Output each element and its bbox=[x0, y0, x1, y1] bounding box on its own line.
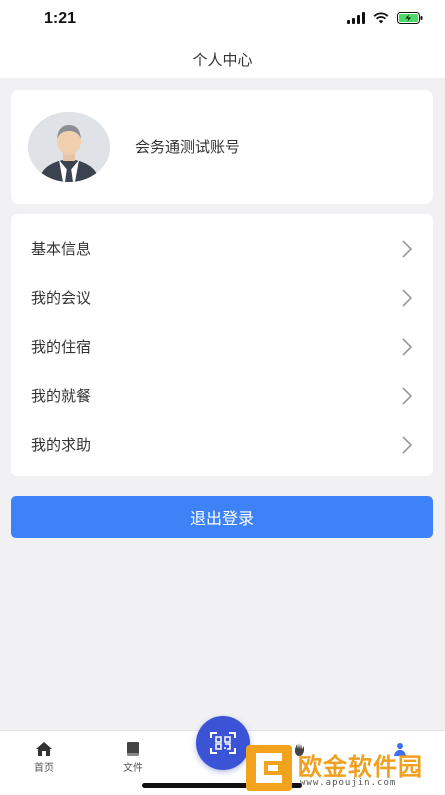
menu-item-label: 基本信息 bbox=[31, 240, 92, 258]
book-icon bbox=[127, 742, 139, 756]
tab-home[interactable]: 首页 bbox=[14, 741, 74, 774]
logout-button[interactable]: 退出登录 bbox=[11, 496, 433, 538]
menu-item-label: 我的会议 bbox=[31, 289, 92, 307]
menu-item-label: 我的住宿 bbox=[31, 338, 92, 356]
battery-charging-icon bbox=[397, 12, 423, 24]
page-title: 个人中心 bbox=[192, 51, 253, 69]
signal-icon bbox=[347, 12, 365, 24]
chevron-right-icon bbox=[402, 288, 413, 307]
menu-item-my-dining[interactable]: 我的就餐 bbox=[11, 371, 433, 420]
tab-files-label: 文件 bbox=[123, 763, 143, 774]
menu-item-label: 我的求助 bbox=[31, 436, 92, 454]
status-time: 1:21 bbox=[44, 10, 77, 27]
watermark-text: 欧金软件园 bbox=[298, 753, 423, 781]
menu-item-my-meetings[interactable]: 我的会议 bbox=[11, 273, 433, 322]
tab-files[interactable]: 文件 bbox=[103, 741, 163, 774]
chevron-right-icon bbox=[402, 386, 413, 405]
qr-scan-icon bbox=[210, 732, 236, 754]
wifi-icon bbox=[373, 12, 389, 24]
tab-home-label: 首页 bbox=[34, 763, 54, 774]
nav-bar: 个人中心 bbox=[0, 40, 445, 78]
menu-item-label: 我的就餐 bbox=[31, 387, 92, 405]
watermark: 欧金软件园 www.apoujin.com bbox=[246, 745, 441, 791]
profile-name: 会务通测试账号 bbox=[135, 138, 241, 156]
status-bar: 1:21 bbox=[0, 0, 445, 40]
chevron-right-icon bbox=[402, 435, 413, 454]
menu-item-basic-info[interactable]: 基本信息 bbox=[11, 224, 433, 273]
profile-card[interactable]: 会务通测试账号 bbox=[11, 90, 433, 204]
menu-item-my-help[interactable]: 我的求助 bbox=[11, 420, 433, 469]
menu-item-my-accommodation[interactable]: 我的住宿 bbox=[11, 322, 433, 371]
avatar[interactable] bbox=[28, 112, 110, 182]
watermark-url: www.apoujin.com bbox=[300, 778, 397, 788]
watermark-logo-icon bbox=[246, 745, 292, 791]
chevron-right-icon bbox=[402, 337, 413, 356]
scan-button[interactable] bbox=[196, 716, 250, 770]
menu-list: 基本信息 我的会议 我的住宿 我的就餐 我的求助 bbox=[11, 214, 433, 476]
chevron-right-icon bbox=[402, 239, 413, 258]
home-icon bbox=[36, 742, 52, 756]
status-icons bbox=[347, 12, 423, 24]
